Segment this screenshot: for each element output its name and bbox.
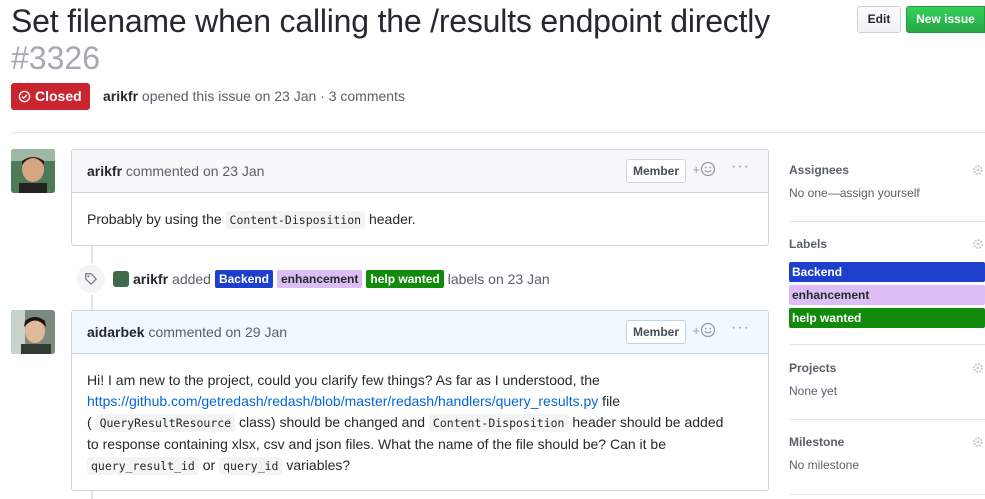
comment-text: Probably by using the <box>87 211 226 227</box>
inline-code: Content-Disposition <box>428 414 569 432</box>
comment-text: header. <box>365 211 416 227</box>
comment-line: Hi! I am new to the project, could you c… <box>87 372 600 388</box>
comment-header: arikfr commented on 23 Jan Member + ··· <box>72 150 768 193</box>
avatar[interactable] <box>11 310 55 354</box>
comment-author-line: arikfr commented on 23 Jan <box>87 163 264 179</box>
label-backend[interactable]: Backend <box>214 270 273 288</box>
sidebar-heading[interactable]: Labels <box>789 234 985 254</box>
comment-line: https://github.com/getredash/redash/blob… <box>87 391 753 412</box>
issue-meta: arikfr opened this issue on 23 Jan · 3 c… <box>103 88 405 104</box>
comment-timestamp[interactable]: commented on 23 Jan <box>126 163 265 179</box>
sidebar-labels: Labels Backend enhancement help wanted <box>789 234 985 331</box>
member-badge: Member <box>625 159 686 183</box>
comment-text: ( <box>87 414 96 430</box>
event-verb: added <box>172 271 211 287</box>
inline-code: query_id <box>219 457 283 475</box>
gear-icon[interactable] <box>971 237 985 251</box>
comment-line: to response containing xlsx, csv and jso… <box>87 436 666 452</box>
label-enhancement[interactable]: enhancement <box>277 270 363 288</box>
header-divider <box>11 132 985 133</box>
sidebar-heading-text: Assignees <box>789 163 850 177</box>
add-reaction-button[interactable]: + <box>692 322 716 338</box>
sidebar-heading-text: Milestone <box>789 435 845 449</box>
comment-line: ( QueryResultResource class) should be c… <box>87 412 753 434</box>
comment-menu-button[interactable]: ··· <box>731 319 750 337</box>
avatar[interactable] <box>113 271 129 287</box>
comment-body: Probably by using the Content-Dispositio… <box>72 193 768 246</box>
gear-icon[interactable] <box>971 163 985 177</box>
issue-author-link[interactable]: arikfr <box>103 88 138 104</box>
comment-text: class) should be changed and <box>235 414 429 430</box>
comment-line: query_result_id or query_id variables? <box>87 455 753 477</box>
issue-title: Set filename when calling the /results e… <box>11 3 771 39</box>
query-results-link[interactable]: https://github.com/getredash/redash/blob… <box>87 393 598 409</box>
sidebar-divider <box>789 344 985 345</box>
sidebar-projects: Projects None yet <box>789 358 985 398</box>
comment-text: header should be added <box>568 414 724 430</box>
add-reaction-button[interactable]: + <box>692 161 716 177</box>
edit-button[interactable]: Edit <box>857 6 901 33</box>
avatar-aidarbek-image <box>11 310 55 354</box>
reaction-plus: + <box>692 322 700 338</box>
comment-author-link[interactable]: arikfr <box>87 163 122 179</box>
sidebar-divider <box>789 221 985 222</box>
sidebar-heading[interactable]: Assignees <box>789 160 985 180</box>
sidebar-divider <box>789 494 985 495</box>
comment-author-line: aidarbek commented on 29 Jan <box>87 324 287 340</box>
inline-code: query_result_id <box>87 457 199 475</box>
sidebar-assignees: Assignees No one—assign yourself <box>789 160 985 200</box>
avatar-arikfr-image <box>11 149 55 193</box>
projects-value: None yet <box>789 384 838 398</box>
member-badge: Member <box>625 320 686 344</box>
sidebar-label-backend[interactable]: Backend <box>789 262 985 282</box>
sidebar-divider <box>789 419 985 420</box>
sidebar-label-help-wanted[interactable]: help wanted <box>789 308 985 328</box>
sidebar-heading-text: Labels <box>789 237 828 251</box>
comment-timestamp[interactable]: commented on 29 Jan <box>148 324 287 340</box>
smiley-icon <box>700 322 716 338</box>
sidebar-label-enhancement[interactable]: enhancement <box>789 285 985 305</box>
comment-text: or <box>198 457 220 473</box>
sidebar-milestone: Milestone No milestone <box>789 432 985 472</box>
avatar[interactable] <box>11 149 55 193</box>
issue-state-label: Closed <box>35 88 82 104</box>
event-suffix: labels on 23 Jan <box>447 271 550 287</box>
gear-icon[interactable] <box>971 361 985 375</box>
tag-icon <box>85 273 97 285</box>
smiley-icon <box>700 161 716 177</box>
gear-icon[interactable] <box>971 435 985 449</box>
event-actor-link[interactable]: arikfr <box>133 271 168 287</box>
comment-arikfr: arikfr commented on 23 Jan Member + ··· … <box>71 149 769 246</box>
issue-state-badge: Closed <box>11 83 90 110</box>
comment-text: variables? <box>282 457 351 473</box>
reaction-plus: + <box>692 161 700 177</box>
assign-yourself-link[interactable]: No one—assign yourself <box>789 186 985 200</box>
issue-number: #3326 <box>11 40 100 76</box>
inline-code: QueryResultResource <box>95 414 236 432</box>
comment-menu-button[interactable]: ··· <box>731 158 750 176</box>
issue-closed-icon <box>18 90 31 103</box>
milestone-value: No milestone <box>789 458 860 472</box>
label-event: arikfr added Backend enhancement help wa… <box>75 263 550 295</box>
sidebar-heading[interactable]: Projects <box>789 358 985 378</box>
issue-meta-text: opened this issue on 23 Jan · 3 comments <box>141 88 405 104</box>
comment-author-link[interactable]: aidarbek <box>87 324 145 340</box>
comment-header: aidarbek commented on 29 Jan Member + ··… <box>72 311 768 354</box>
comment-body: Hi! I am new to the project, could you c… <box>72 354 768 492</box>
inline-code: Content-Disposition <box>225 211 366 229</box>
tag-badge <box>75 263 107 295</box>
label-help-wanted[interactable]: help wanted <box>366 270 444 288</box>
comment-text: file <box>598 393 621 409</box>
comment-aidarbek: aidarbek commented on 29 Jan Member + ··… <box>71 310 769 491</box>
sidebar-heading-text: Projects <box>789 361 837 375</box>
new-issue-button[interactable]: New issue <box>906 6 985 33</box>
sidebar-heading[interactable]: Milestone <box>789 432 985 452</box>
